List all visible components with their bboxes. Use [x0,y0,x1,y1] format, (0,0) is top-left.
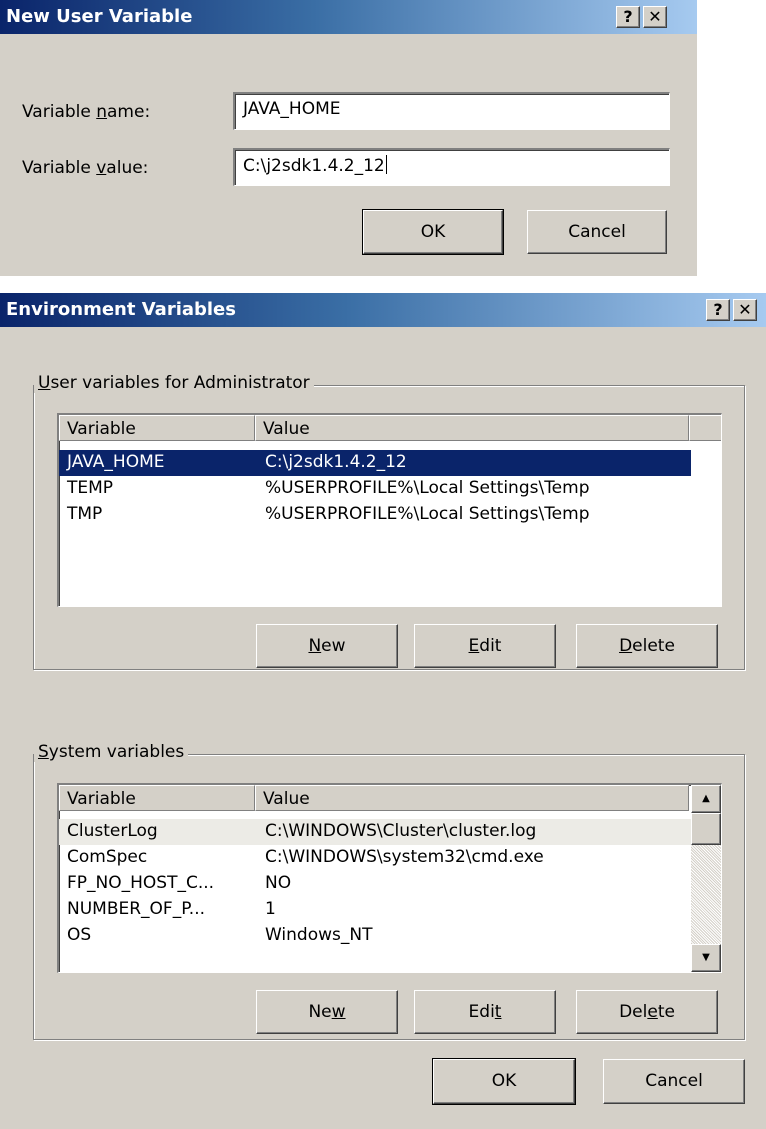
help-button[interactable]: ? [706,299,730,321]
button-label: elete [632,636,675,656]
close-button[interactable]: ✕ [643,6,667,28]
list-item[interactable]: OS Windows_NT [59,923,691,949]
button-label: Del [619,1002,648,1022]
column-header-value[interactable]: Value [255,415,689,441]
field-value: C:\j2sdk1.4.2_12 [243,156,385,176]
button-label: te [657,1002,675,1022]
variable-cell: TMP [67,504,103,524]
accelerator-key: e [647,1002,658,1022]
accelerator-key: v [96,158,107,178]
variable-cell: OS [67,925,92,945]
ok-button[interactable]: OK [362,209,504,255]
accelerator-key: w [331,1002,346,1022]
value-cell: Windows_NT [265,925,373,945]
system-edit-button[interactable]: Edit [414,990,556,1034]
list-item[interactable]: ComSpec C:\WINDOWS\system32\cmd.exe [59,845,691,871]
accelerator-key: D [619,636,633,656]
value-cell: %USERPROFILE%\Local Settings\Temp [265,478,590,498]
column-header-variable[interactable]: Variable [59,785,255,811]
ok-button[interactable]: OK [432,1058,576,1105]
variable-cell: ClusterLog [67,821,158,841]
variable-name-input[interactable]: JAVA_HOME [233,92,670,130]
variable-name-label: Variable name: [22,102,150,122]
button-label: Edi [468,1002,495,1022]
value-cell: C:\WINDOWS\system32\cmd.exe [265,847,544,867]
user-delete-button[interactable]: Delete [576,624,718,668]
list-item[interactable]: FP_NO_HOST_C... NO [59,871,691,897]
value-cell: %USERPROFILE%\Local Settings\Temp [265,504,590,524]
environment-variables-dialog: Environment Variables ? ✕ User variables… [0,293,766,1129]
scroll-down-button[interactable]: ▼ [691,944,721,972]
value-cell: C:\WINDOWS\Cluster\cluster.log [265,821,537,841]
variable-cell: TEMP [67,478,114,498]
cancel-button[interactable]: Cancel [603,1059,745,1104]
label-text: ame: [107,102,151,122]
user-variables-legend: User variables for Administrator [34,373,314,393]
variable-cell: FP_NO_HOST_C... [67,873,215,893]
variable-cell: NUMBER_OF_P... [67,899,206,919]
field-value: JAVA_HOME [243,99,341,119]
variable-cell: JAVA_HOME [67,452,165,472]
arrow-down-icon: ▼ [702,952,710,963]
variable-cell: ComSpec [67,847,148,867]
new-user-variable-dialog: New User Variable ? ✕ Variable name: JAV… [0,0,697,276]
list-item[interactable]: TMP %USERPROFILE%\Local Settings\Temp [59,502,691,528]
legend-text: ystem variables [48,742,185,762]
text-caret [385,155,387,174]
system-variables-legend: System variables [34,742,189,762]
list-item[interactable]: ClusterLog C:\WINDOWS\Cluster\cluster.lo… [59,819,691,845]
list-item[interactable]: TEMP %USERPROFILE%\Local Settings\Temp [59,476,691,502]
user-edit-button[interactable]: Edit [414,624,556,668]
accelerator-key: t [494,1002,502,1022]
accelerator-key: S [38,742,49,762]
arrow-up-icon: ▲ [702,793,710,804]
system-new-button[interactable]: New [256,990,398,1034]
column-header-value[interactable]: Value [255,785,689,811]
accelerator-key: U [38,373,51,393]
button-label: dit [479,636,502,656]
button-label: Ne [308,1002,332,1022]
user-variables-list[interactable]: Variable Value JAVA_HOME C:\j2sdk1.4.2_1… [57,413,722,607]
user-new-button[interactable]: New [256,624,398,668]
variable-value-input[interactable]: C:\j2sdk1.4.2_12 [233,148,670,186]
dialog-title: New User Variable [6,6,193,27]
vertical-scrollbar[interactable]: ▲ ▼ [691,785,721,972]
title-bar[interactable]: Environment Variables ? ✕ [0,293,766,327]
list-item[interactable]: JAVA_HOME C:\j2sdk1.4.2_12 [59,450,691,476]
variable-value-label: Variable value: [22,158,148,178]
accelerator-key: n [96,102,108,122]
system-variables-list[interactable]: Variable Value ClusterLog C:\WINDOWS\Clu… [57,783,722,973]
dialog-title: Environment Variables [6,299,236,320]
label-text: Variable [22,102,97,122]
label-text: alue: [106,158,149,178]
accelerator-key: E [468,636,480,656]
scroll-up-button[interactable]: ▲ [691,785,721,813]
value-cell: C:\j2sdk1.4.2_12 [265,452,407,472]
cancel-button[interactable]: Cancel [527,210,667,254]
close-button[interactable]: ✕ [733,299,757,321]
system-delete-button[interactable]: Delete [576,990,718,1034]
accelerator-key: N [308,636,322,656]
scroll-thumb[interactable] [691,813,721,845]
label-text: Variable [22,158,97,178]
title-bar[interactable]: New User Variable ? ✕ [0,0,697,34]
value-cell: NO [265,873,292,893]
list-item[interactable]: NUMBER_OF_P... 1 [59,897,691,923]
legend-text: ser variables for Administrator [50,373,310,393]
column-header-filler [689,415,721,441]
column-header-variable[interactable]: Variable [59,415,255,441]
help-button[interactable]: ? [616,6,640,28]
value-cell: 1 [265,899,276,919]
button-label: ew [321,636,346,656]
